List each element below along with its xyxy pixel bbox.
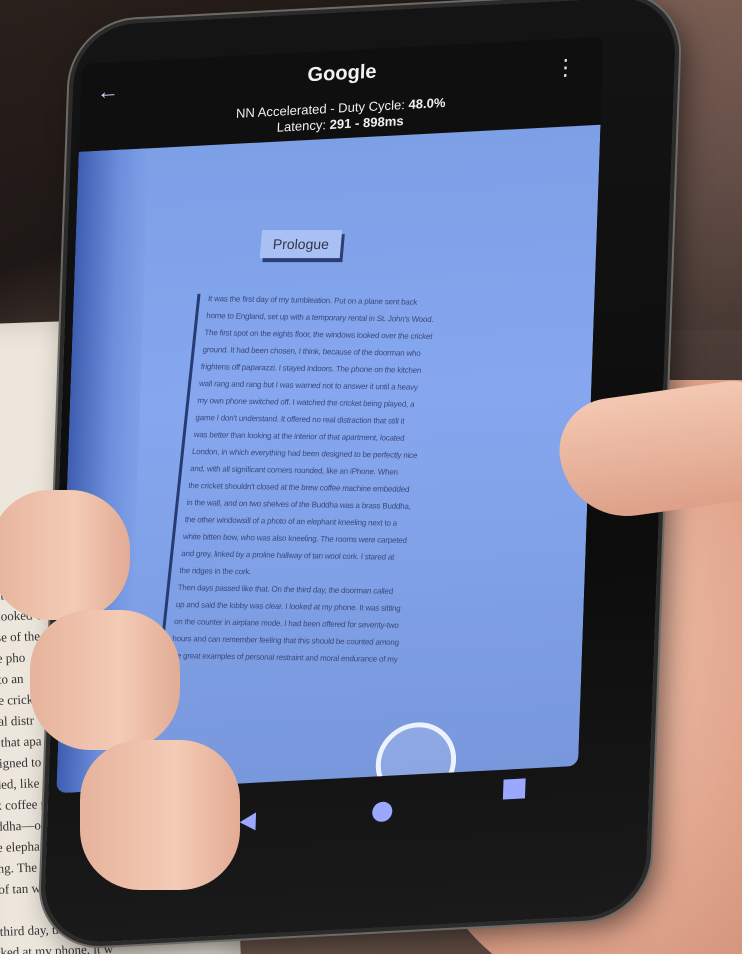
text-line: the great examples of personal restraint… [170, 651, 399, 664]
text-line: was better than looking at the interior … [193, 430, 405, 443]
text-line: and, with all significant corners rounde… [189, 464, 399, 477]
text-line: on the counter in airplane mode. I had b… [173, 617, 400, 630]
text-line: the cricket shouldn't closed at the brew… [187, 481, 410, 494]
photo-scene: on aental in Sts looked overuse of the d… [0, 0, 742, 954]
finger-3 [80, 740, 240, 890]
text-line: It was the first day of my tumbleation. … [207, 294, 418, 307]
finger-1 [0, 490, 130, 620]
text-line: the ridges in the cork. [179, 566, 252, 577]
latency-value: 291 - 898ms [329, 113, 404, 132]
text-line: the other windowsill of a photo of an el… [184, 515, 398, 528]
detected-text-block: It was the first day of my tumbleation. … [158, 293, 538, 674]
text-line: in the wall, and on two shelves of the B… [186, 498, 412, 511]
duty-cycle-value: 48.0% [408, 94, 446, 112]
text-line: frightens off paparazzi. I stayed indoor… [200, 362, 422, 375]
text-line: London, in which everything had been des… [191, 447, 418, 460]
finger-2 [30, 610, 180, 750]
text-line: white bitten bow, who was also kneeling.… [182, 532, 408, 545]
detected-heading: Prologue [259, 230, 343, 259]
text-line: ground. It had been chosen, I think, bec… [202, 345, 422, 358]
text-line: The first spot on the eights floor, the … [203, 328, 433, 342]
text-line: my own phone switched off. I watched the… [196, 396, 415, 409]
nav-home-icon[interactable] [371, 801, 393, 823]
nav-recents-icon[interactable] [502, 778, 526, 800]
text-line: Then days passed like that. On the third… [177, 583, 394, 596]
nav-back-icon[interactable] [239, 812, 257, 832]
text-line: game I don't understand. It offered no r… [195, 413, 405, 426]
text-line: hours and can remember feeling that this… [171, 634, 400, 647]
text-line: home to England, set up with a temporary… [205, 311, 435, 325]
overflow-menu-icon[interactable]: ⋮ [554, 54, 577, 81]
text-line: wall rang and rang but I was warned not … [198, 379, 419, 392]
text-line: and grey, linked by a proline hallway of… [180, 549, 395, 562]
text-line: up and said the lobby was clear. I looke… [175, 600, 402, 613]
